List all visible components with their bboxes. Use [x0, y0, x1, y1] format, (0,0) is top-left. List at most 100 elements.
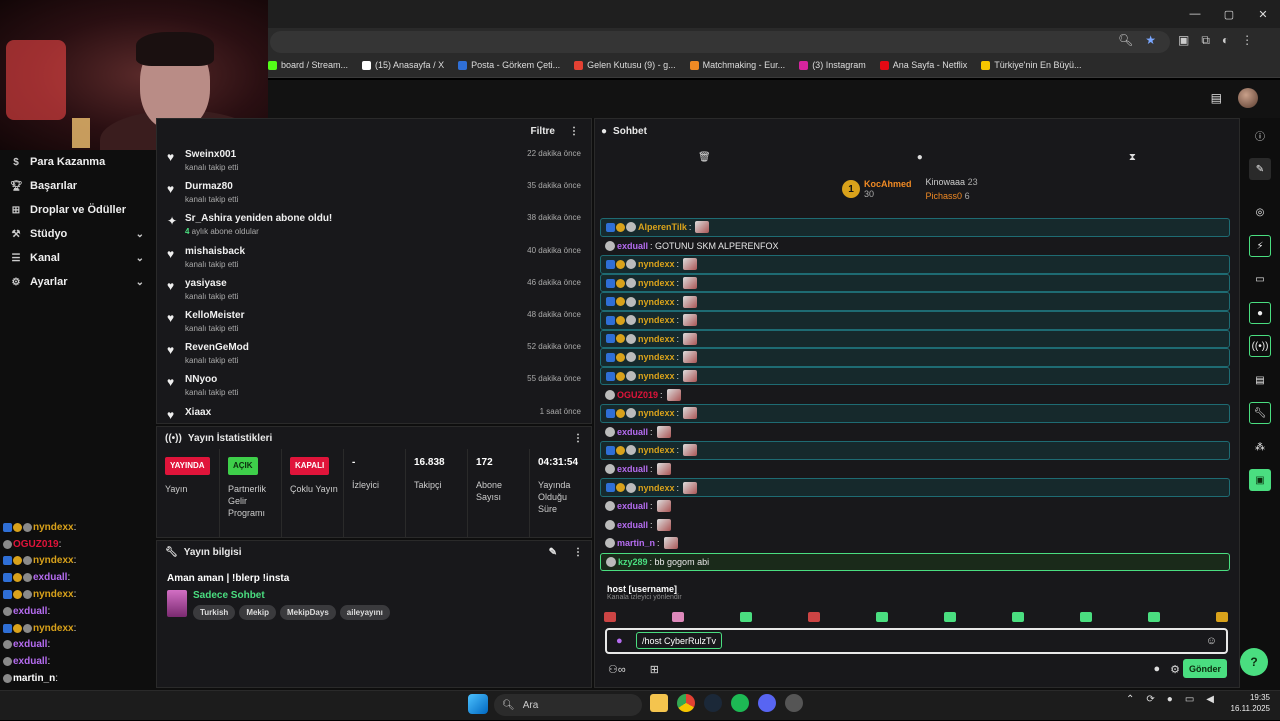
chat-message[interactable]: nyndexx: [600, 292, 1230, 311]
gift-icon[interactable]: ⊞ [650, 663, 659, 676]
tag[interactable]: aileyayını [339, 605, 390, 620]
chat-username[interactable]: exduall [617, 241, 648, 251]
chat-message[interactable]: nyndexx: [600, 273, 1230, 293]
activity-row[interactable]: ♥ NNyoo kanalı takip etti 55 dakika önce [157, 370, 591, 402]
chat-message[interactable]: exduall: GOTUNU SKM ALPERENFOX [600, 237, 1230, 256]
chat-username[interactable]: nyndexx [638, 352, 675, 362]
tag[interactable]: MekipDays [279, 605, 336, 620]
tag[interactable]: Mekip [239, 605, 276, 620]
chat-username[interactable]: nyndexx [638, 259, 675, 269]
monitor-icon[interactable]: ▭ [1185, 694, 1194, 705]
clipboard-icon[interactable]: ▭ [1249, 268, 1271, 290]
chat-message[interactable]: nyndexx: [600, 441, 1230, 460]
chat-message[interactable]: AlperenTilk: [600, 218, 1230, 237]
bookmark[interactable]: (15) Anasayfa / X [362, 60, 444, 70]
avatar[interactable] [1238, 88, 1258, 108]
help-button[interactable]: ? [1240, 648, 1268, 676]
chevron-down-icon[interactable]: ⌄ [136, 253, 144, 264]
app-icon[interactable] [785, 694, 803, 712]
points-icon[interactable]: ⚇∞ [608, 663, 626, 676]
url-field[interactable] [270, 31, 1170, 53]
chat-username[interactable]: nyndexx [638, 297, 675, 307]
info-icon[interactable]: ⓘ [1249, 124, 1271, 146]
chat-message[interactable]: OGUZ019: [600, 385, 1230, 404]
profile-icon[interactable]: ◐ [1222, 33, 1229, 48]
chat-username[interactable]: martin_n [13, 673, 55, 684]
more-icon[interactable]: ⋮ [573, 433, 583, 444]
chat-settings-icon[interactable]: ● [1153, 663, 1160, 675]
chat-username[interactable]: kzy289 [618, 557, 648, 567]
target-icon[interactable]: ◎ [1249, 201, 1271, 223]
chat-message[interactable]: exduall: [600, 497, 1230, 516]
chat-icon[interactable]: ● [1249, 302, 1271, 324]
bookmark[interactable]: Ana Sayfa - Netflix [879, 60, 967, 70]
chat-username[interactable]: martin_n [617, 538, 655, 548]
emoji-icon[interactable]: ☺ [1206, 635, 1217, 647]
sidebar-item[interactable]: 🏆︎ Başarılar [0, 174, 154, 198]
chat-username[interactable]: nyndexx [638, 371, 675, 381]
pencil-icon[interactable]: ✎ [1249, 158, 1271, 180]
puzzle-icon[interactable]: ⧉ [1201, 33, 1210, 48]
volume-icon[interactable]: ◀︎ [1206, 694, 1214, 705]
broadcast-icon[interactable]: ((•)) [1249, 335, 1271, 357]
chat-username[interactable]: exduall [13, 606, 47, 617]
chat-username[interactable]: exduall [617, 520, 648, 530]
discord-icon[interactable] [758, 694, 776, 712]
sidebar-item[interactable]: $ Para Kazanma [0, 150, 154, 174]
chat-username[interactable]: nyndexx [33, 623, 74, 634]
gear-icon[interactable]: ⚙ [1170, 663, 1180, 676]
chat-username[interactable]: exduall [33, 572, 67, 583]
emote[interactable] [808, 612, 820, 622]
wrench-icon[interactable]: 🔧︎ [1249, 402, 1271, 424]
chat-username[interactable]: nyndexx [638, 445, 675, 455]
sidebar-item[interactable]: ⊞ Droplar ve Ödüller [0, 198, 154, 222]
chevron-down-icon[interactable]: ⌄ [136, 229, 144, 240]
emote[interactable] [1012, 612, 1024, 622]
spotify-icon[interactable] [731, 694, 749, 712]
emote[interactable] [672, 612, 684, 622]
chevron-up-icon[interactable]: ⌃ [1126, 694, 1134, 705]
hourglass-icon[interactable]: ⧗ [1129, 152, 1136, 163]
more-icon[interactable]: ⋮ [573, 547, 583, 558]
chat-username[interactable]: exduall [617, 501, 648, 511]
sidebar-item[interactable]: ⚒ Stüdyo ⌄ [0, 222, 154, 246]
taskbar-search[interactable]: 🔍︎ Ara [494, 694, 642, 716]
filter-button[interactable]: Filtre [531, 126, 555, 137]
chat-username[interactable]: exduall [13, 656, 47, 667]
more-icon[interactable]: ⋮ [569, 126, 579, 137]
sidebar-item[interactable]: ☰ Kanal ⌄ [0, 246, 154, 270]
send-button[interactable]: Gönder [1183, 659, 1227, 678]
chat-input-value[interactable]: /host CyberRulzTv [636, 632, 723, 649]
chrome-icon[interactable] [677, 694, 695, 712]
emote[interactable] [740, 612, 752, 622]
emote[interactable] [604, 612, 616, 622]
maximize-button[interactable]: ▢ [1212, 0, 1246, 28]
chat-message[interactable]: nyndexx: [600, 478, 1230, 497]
steam-icon[interactable] [704, 694, 722, 712]
emote[interactable] [944, 612, 956, 622]
chat-message[interactable]: nyndexx: [600, 255, 1230, 274]
emote[interactable] [1080, 612, 1092, 622]
chat-message[interactable]: martin_n: [600, 534, 1230, 553]
bot-icon[interactable]: ▣ [1249, 469, 1271, 491]
activity-row[interactable]: ✦ Sr_Ashira yeniden abone oldu! 4 aylık ab… [157, 209, 591, 241]
chat-message[interactable]: kzy289: bb gogom abi [600, 552, 1230, 572]
bookmark[interactable]: Posta - Görkem Çeti... [458, 60, 560, 70]
emote[interactable] [876, 612, 888, 622]
tag[interactable]: Turkish [193, 605, 236, 620]
chat-message[interactable]: nyndexx: [600, 348, 1230, 367]
extension-icon[interactable]: ▣ [1178, 33, 1189, 48]
mic-icon[interactable]: ● [616, 635, 623, 647]
chat-username[interactable]: nyndexx [638, 408, 675, 418]
chat-username[interactable]: nyndexx [638, 334, 675, 344]
chat-message[interactable]: nyndexx: [600, 329, 1230, 349]
bolt-icon[interactable]: ⚡︎ [1249, 235, 1271, 257]
chat-username[interactable]: OGUZ019 [13, 539, 59, 550]
chat-username[interactable]: exduall [617, 427, 648, 437]
emote[interactable] [1148, 612, 1160, 622]
activity-row[interactable]: ♥ Sweinx001 kanalı takip etti 22 dakika önc… [157, 145, 591, 177]
share-icon[interactable]: ⁂ [1249, 436, 1271, 458]
chat-message[interactable]: nyndexx: [600, 366, 1230, 386]
studio-icon[interactable]: ▤ [1211, 91, 1222, 105]
bookmark[interactable]: board / Stream... [268, 60, 348, 70]
